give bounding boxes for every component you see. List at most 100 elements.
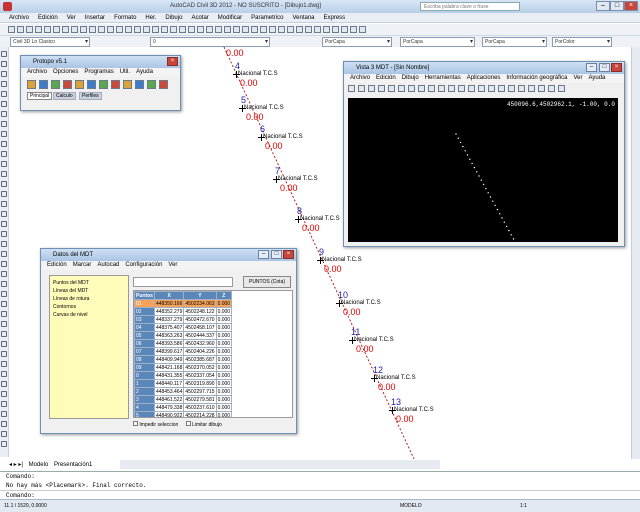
protopo-tool-icon[interactable] — [135, 80, 144, 89]
draw-tool-icon[interactable] — [1, 161, 7, 167]
toolbar-tool-icon[interactable] — [62, 26, 69, 33]
column-header[interactable]: Puntos — [134, 291, 155, 300]
table-row[interactable]: 0 448431.355 4502337.054 0.000 — [134, 371, 233, 380]
toolbar-tool-icon[interactable] — [197, 26, 204, 33]
column-header[interactable]: Z — [215, 291, 233, 300]
datos-minimize-button[interactable]: – — [258, 250, 269, 259]
tab-presentacion1[interactable]: Presentación1 — [54, 462, 92, 468]
protopo-tool-icon[interactable] — [147, 80, 156, 89]
toolbar-tool-icon[interactable] — [215, 26, 222, 33]
draw-tool-icon[interactable] — [1, 211, 7, 217]
mdt-tool-icon[interactable] — [518, 85, 525, 92]
toolbar-tool-icon[interactable] — [332, 26, 339, 33]
toolbar-tool-icon[interactable] — [251, 26, 258, 33]
draw-tool-icon[interactable] — [1, 91, 7, 97]
protopo-tool-icon[interactable] — [111, 80, 120, 89]
mdt-menu-item[interactable]: Ver — [573, 75, 582, 81]
mdt-tool-icon[interactable] — [508, 85, 515, 92]
table-row[interactable]: 02 448352.279 4502248.122 0.000 — [134, 307, 233, 316]
mdt-tool-icon[interactable] — [388, 85, 395, 92]
mdt-tool-icon[interactable] — [488, 85, 495, 92]
toolbar-tool-icon[interactable] — [179, 26, 186, 33]
protopo-tool-icon[interactable] — [87, 80, 96, 89]
table-row[interactable]: 2 448453.464 4502297.715 0.000 — [134, 387, 233, 396]
protopo-menu-item[interactable]: Ayuda — [136, 69, 153, 75]
toolbar-tool-icon[interactable] — [161, 26, 168, 33]
mdt-tool-icon[interactable] — [418, 85, 425, 92]
toolbar-tool-icon[interactable] — [26, 26, 33, 33]
toolbar-tool-icon[interactable] — [233, 26, 240, 33]
draw-tool-icon[interactable] — [1, 61, 7, 67]
toolbar-tool-icon[interactable] — [314, 26, 321, 33]
protopo-tool-icon[interactable] — [63, 80, 72, 89]
main-menu-item[interactable]: Insertar — [85, 13, 105, 23]
tab-calculo[interactable]: Calculo — [53, 92, 76, 100]
protopo-tool-icon[interactable] — [99, 80, 108, 89]
main-menu-item[interactable]: Her. — [145, 13, 156, 23]
toolbar-tool-icon[interactable] — [305, 26, 312, 33]
datos-menu-item[interactable]: Marcar — [73, 262, 92, 268]
toolbar-tool-icon[interactable] — [350, 26, 357, 33]
datos-menu-item[interactable]: Autocad — [97, 262, 119, 268]
toolbar-tool-icon[interactable] — [170, 26, 177, 33]
tab-modelo[interactable]: Modelo — [29, 462, 49, 468]
draw-tool-icon[interactable] — [1, 271, 7, 277]
datos-menu-item[interactable]: Ver — [168, 262, 177, 268]
toolbar-tool-icon[interactable] — [134, 26, 141, 33]
protopo-menu-item[interactable]: Archivo — [27, 69, 47, 75]
datos-menu-item[interactable]: Configuración — [125, 262, 162, 268]
mdt-menu-item[interactable]: Herramientas — [425, 75, 461, 81]
draw-tool-icon[interactable] — [1, 151, 7, 157]
limitar-checkbox[interactable] — [185, 421, 191, 426]
draw-tool-icon[interactable] — [1, 141, 7, 147]
table-row[interactable]: 04 448375.407 4502458.107 0.000 — [134, 323, 233, 332]
toolbar-tool-icon[interactable] — [323, 26, 330, 33]
draw-tool-icon[interactable] — [1, 301, 7, 307]
draw-tool-icon[interactable] — [1, 421, 7, 427]
mdt-menu-item[interactable]: Información geográfica — [506, 75, 567, 81]
toolbar-tool-icon[interactable] — [116, 26, 123, 33]
toolbar-tool-icon[interactable] — [8, 26, 15, 33]
datos-titlebar[interactable]: Datos del MDT – □ × — [41, 249, 296, 261]
mdt-tool-icon[interactable] — [478, 85, 485, 92]
draw-tool-icon[interactable] — [1, 241, 7, 247]
toolbar-tool-icon[interactable] — [242, 26, 249, 33]
main-menu-item[interactable]: Ventana — [292, 13, 314, 23]
layer-combo[interactable]: 0 — [150, 37, 270, 47]
datos-maximize-button[interactable]: □ — [271, 250, 282, 259]
table-row[interactable]: 08 448409.949 4502385.687 0.000 — [134, 355, 233, 364]
plotstyle-combo[interactable]: PorColor — [552, 37, 612, 47]
close-button[interactable]: × — [624, 1, 638, 11]
draw-tool-icon[interactable] — [1, 251, 7, 257]
draw-tool-icon[interactable] — [1, 441, 7, 447]
mdt-viewport[interactable]: 450096.6,4502962.1, -1.00, 0.0 — [348, 98, 618, 242]
toolbar-tool-icon[interactable] — [341, 26, 348, 33]
draw-tool-icon[interactable] — [1, 221, 7, 227]
toolbar-tool-icon[interactable] — [359, 26, 366, 33]
workspace-combo[interactable]: Civil 3D Lo Clasico — [10, 37, 90, 47]
mdt-tool-icon[interactable] — [498, 85, 505, 92]
draw-tool-icon[interactable] — [1, 371, 7, 377]
tree-item[interactable]: Contornos — [53, 303, 125, 311]
tree-item[interactable]: Líneas de rotura — [53, 295, 125, 303]
toolbar-tool-icon[interactable] — [278, 26, 285, 33]
draw-tool-icon[interactable] — [1, 51, 7, 57]
draw-tool-icon[interactable] — [1, 411, 7, 417]
mdt-tool-icon[interactable] — [408, 85, 415, 92]
toolbar-tool-icon[interactable] — [53, 26, 60, 33]
toolbar-tool-icon[interactable] — [98, 26, 105, 33]
protopo-close-button[interactable]: × — [167, 57, 178, 66]
toolbar-tool-icon[interactable] — [152, 26, 159, 33]
draw-tool-icon[interactable] — [1, 391, 7, 397]
vertical-scrollbar[interactable] — [631, 47, 640, 459]
mdt-menu-item[interactable]: Aplicaciones — [467, 75, 501, 81]
table-row[interactable]: 5 448490.922 4502214.228 0.000 — [134, 411, 233, 417]
toolbar-tool-icon[interactable] — [125, 26, 132, 33]
table-row[interactable]: 01 448350.166 4502234.063 0.000 — [134, 299, 233, 308]
table-row[interactable]: 06 448393.586 4502432.960 0.000 — [134, 339, 233, 348]
draw-tool-icon[interactable] — [1, 431, 7, 437]
mdt-menu-item[interactable]: Dibujo — [402, 75, 419, 81]
mdt-tool-icon[interactable] — [528, 85, 535, 92]
mdt-tool-icon[interactable] — [538, 85, 545, 92]
table-row[interactable]: 3 448461.522 4502279.581 0.000 — [134, 395, 233, 404]
